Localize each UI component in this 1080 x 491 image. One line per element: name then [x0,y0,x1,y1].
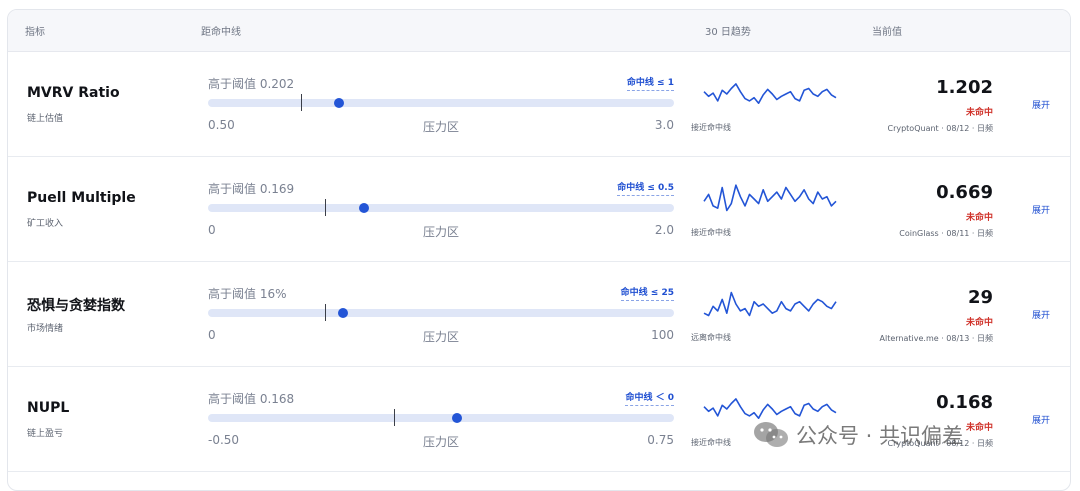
track-max-label: 2.0 [654,223,674,237]
threshold-marker [325,304,326,321]
threshold-label: 命中线 ≤ 25 [620,285,674,301]
trend-caption: 接近命中线 [691,438,731,447]
distance-label: 高于阈值 16% [208,287,287,301]
threshold-label: 命中线 ≤ 0.5 [617,180,674,196]
trend-caption: 接近命中线 [691,228,731,237]
indicator-category: 市场情绪 [27,324,64,334]
current-value: 29 [967,287,993,308]
track-max-label: 0.75 [647,433,674,447]
data-source: CoinGlass · 08/11 · 日频 [899,229,993,238]
trend-caption: 远离命中线 [691,333,731,342]
status-badge: 未命中 [965,213,993,223]
header-trend: 30 日趋势 [705,27,751,38]
header-distance: 距命中线 [201,27,241,38]
expand-button[interactable]: 展开 [1032,308,1050,321]
status-badge: 未命中 [965,423,993,433]
wechat-icon [754,422,788,447]
track-max-label: 3.0 [654,118,674,132]
current-value-dot [334,98,344,108]
distance-label: 高于阈值 0.169 [208,182,295,196]
status-badge: 未命中 [965,318,993,328]
track-max-label: 100 [651,328,674,342]
distance-label: 高于阈值 0.202 [208,77,295,91]
track-min-label: -0.50 [208,433,240,447]
distance-track [208,199,674,216]
zone-label: 压力区 [423,330,460,344]
distance-track [208,304,674,321]
trend-sparkline [703,291,837,317]
indicator-row: Puell Multiple 矿工收入 高于阈值 0.169 命中线 ≤ 0.5… [8,157,1070,262]
track-min-label: 0.50 [208,118,235,132]
table-header: 指标 距命中线 30 日趋势 当前值 [8,10,1070,52]
threshold-label: 命中线 ≤ 1 [626,75,674,91]
current-value: 0.168 [936,392,993,413]
expand-button[interactable]: 展开 [1032,413,1050,426]
zone-label: 压力区 [423,120,460,134]
track-min-label: 0 [208,328,216,342]
expand-button[interactable]: 展开 [1032,98,1050,111]
status-badge: 未命中 [965,108,993,118]
threshold-marker [325,199,326,216]
current-value-dot [452,413,462,423]
indicator-name: 恐惧与贪婪指数 [27,298,125,314]
current-value: 1.202 [936,77,993,98]
indicator-name: NUPL [27,400,70,416]
watermark-text: 公众号 · 共识偏差 [796,424,964,448]
watermark: 公众号 · 共识偏差 [752,418,963,452]
distance-track [208,409,674,426]
trend-line [703,83,837,105]
current-value: 0.669 [936,182,993,203]
expand-button[interactable]: 展开 [1032,203,1050,216]
trend-line [703,291,837,317]
threshold-marker [394,409,395,426]
threshold-marker [301,94,302,111]
data-source: Alternative.me · 08/13 · 日频 [879,334,993,343]
header-current: 当前值 [872,27,902,38]
trend-caption: 接近命中线 [691,123,731,132]
indicator-name: Puell Multiple [27,190,136,206]
distance-track [208,94,674,111]
data-source: CryptoQuant · 08/12 · 日频 [887,124,993,133]
indicator-category: 链上估值 [27,114,64,124]
indicator-row: 恐惧与贪婪指数 市场情绪 高于阈值 16% 命中线 ≤ 25 0 压力区 100… [8,262,1070,367]
zone-label: 压力区 [423,225,460,239]
trend-line [703,184,837,212]
trend-sparkline [703,184,837,212]
track-min-label: 0 [208,223,216,237]
distance-label: 高于阈值 0.168 [208,392,295,406]
threshold-label: 命中线 ＜ 0 [625,390,674,406]
indicator-category: 矿工收入 [27,219,64,229]
indicator-name: MVRV Ratio [27,85,120,101]
trend-line [703,398,837,420]
trend-sparkline [703,83,837,105]
header-indicator: 指标 [25,27,45,38]
current-value-dot [359,203,369,213]
indicator-category: 链上盈亏 [27,429,64,439]
current-value-dot [338,308,348,318]
indicator-row: MVRV Ratio 链上估值 高于阈值 0.202 命中线 ≤ 1 0.50 … [8,52,1070,157]
zone-label: 压力区 [423,435,460,449]
